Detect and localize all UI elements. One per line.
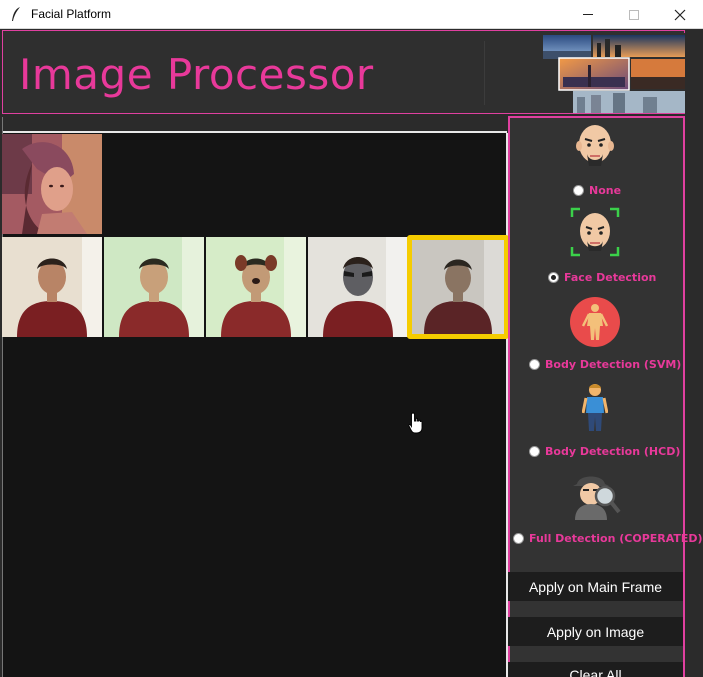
thumbnail-original[interactable] xyxy=(2,237,102,337)
gallery-top-bar xyxy=(3,117,507,133)
apply-image-button[interactable]: Apply on Image xyxy=(508,617,683,646)
close-icon xyxy=(674,9,686,20)
radio-option-none[interactable]: None xyxy=(573,184,621,197)
radio-button-full-detection[interactable] xyxy=(513,533,524,544)
radio-button-body-svm[interactable] xyxy=(529,359,540,370)
window-title: Facial Platform xyxy=(31,7,112,21)
maximize-button[interactable] xyxy=(611,0,657,29)
radio-option-face-detection[interactable]: Face Detection xyxy=(548,271,656,284)
maximize-icon xyxy=(629,9,639,20)
minimize-button[interactable] xyxy=(565,0,611,29)
close-button[interactable] xyxy=(657,0,703,29)
body-anatomy-icon xyxy=(570,297,620,347)
radio-option-body-svm[interactable]: Body Detection (SVM) xyxy=(529,358,681,371)
thumbnail-mask-filter[interactable] xyxy=(308,237,408,337)
radio-label-body-hcd: Body Detection (HCD) xyxy=(545,445,681,458)
face-detection-icon xyxy=(570,207,620,257)
thumbnail-selected[interactable] xyxy=(407,235,509,339)
clear-all-button[interactable]: Clear All xyxy=(508,662,683,677)
person-photo-mask-filter xyxy=(308,237,408,337)
clear-all-label: Clear All xyxy=(569,667,622,677)
person-photo-tinted xyxy=(104,237,204,337)
bald-man-face-icon xyxy=(576,125,614,166)
minimize-icon xyxy=(583,14,593,15)
app-window: Facial Platform Image Processor None Fac… xyxy=(0,0,703,677)
apply-main-frame-button[interactable]: Apply on Main Frame xyxy=(508,572,683,601)
radio-button-face-detection[interactable] xyxy=(548,272,559,283)
radio-option-body-hcd[interactable]: Body Detection (HCD) xyxy=(529,445,680,458)
standing-person-icon xyxy=(582,384,608,431)
radio-option-full-detection[interactable]: Full Detection (COPERATED) xyxy=(513,532,703,545)
feather-icon xyxy=(12,7,20,21)
person-photo-gray xyxy=(412,240,504,334)
title-bar: Facial Platform xyxy=(0,0,703,29)
city-collage-image xyxy=(533,33,685,113)
radio-button-none[interactable] xyxy=(573,185,584,196)
header-divider xyxy=(484,41,485,105)
radio-label-none: None xyxy=(589,184,622,197)
thumbnail-dog-filter[interactable] xyxy=(206,237,306,337)
radio-button-body-hcd[interactable] xyxy=(529,446,540,457)
detective-icon xyxy=(573,476,621,520)
radio-label-body-svm: Body Detection (SVM) xyxy=(545,358,682,371)
lena-image xyxy=(2,134,102,234)
radio-label-full-detection: Full Detection (COPERATED) xyxy=(529,532,703,545)
person-photo xyxy=(2,237,102,337)
person-photo-dog-filter xyxy=(206,237,306,337)
thumbnail-filtered[interactable] xyxy=(104,237,204,337)
thumbnail-lena[interactable] xyxy=(2,134,102,234)
app-title: Image Processor xyxy=(19,50,374,99)
radio-label-face-detection: Face Detection xyxy=(564,271,657,284)
app-header: Image Processor xyxy=(2,30,685,114)
hand-cursor-icon xyxy=(408,412,423,434)
